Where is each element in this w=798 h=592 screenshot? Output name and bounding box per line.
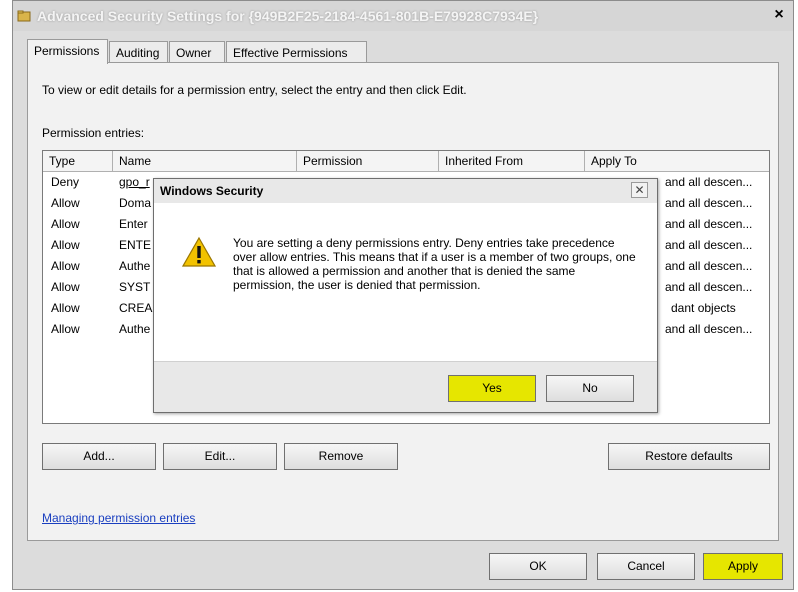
cell-type: Deny xyxy=(51,175,80,189)
window-close-button[interactable]: × xyxy=(771,7,787,23)
window-title: Advanced Security Settings for {949B2F25… xyxy=(37,8,539,24)
cell-name: ENTE xyxy=(119,238,152,252)
cell-name: SYST xyxy=(119,280,151,294)
tab-owner[interactable]: Owner xyxy=(169,41,225,63)
cell-name: Authe xyxy=(119,259,151,273)
dialog-message: You are setting a deny permissions entry… xyxy=(233,236,636,292)
cell-type: Allow xyxy=(51,280,80,294)
cancel-button[interactable]: Cancel xyxy=(597,553,695,580)
restore-defaults-button[interactable]: Restore defaults xyxy=(608,443,770,470)
column-header-name[interactable]: Name xyxy=(113,151,297,171)
permission-entries-label: Permission entries: xyxy=(42,126,145,140)
tab-auditing[interactable]: Auditing xyxy=(109,41,168,63)
cell-apply-to: and all descen... xyxy=(665,196,753,210)
cell-apply-to: and all descen... xyxy=(665,175,753,189)
cell-apply-to: and all descen... xyxy=(665,217,753,231)
column-header-type[interactable]: Type xyxy=(43,151,113,171)
cell-type: Allow xyxy=(51,301,80,315)
tab-effective-permissions[interactable]: Effective Permissions xyxy=(226,41,367,63)
cell-type: Allow xyxy=(51,217,80,231)
column-header-permission[interactable]: Permission xyxy=(297,151,439,171)
dialog-body: You are setting a deny permissions entry… xyxy=(154,203,657,361)
cell-type: Allow xyxy=(51,196,80,210)
cell-type: Allow xyxy=(51,238,80,252)
apply-button[interactable]: Apply xyxy=(703,553,783,580)
cell-name: Doma xyxy=(119,196,152,210)
yes-button[interactable]: Yes xyxy=(448,375,536,402)
cell-apply-to: and all descen... xyxy=(665,238,753,252)
dialog-close-button[interactable]: ✕ xyxy=(631,182,648,198)
cell-type: Allow xyxy=(51,259,80,273)
dialog-title: Windows Security xyxy=(160,184,264,198)
cell-name: Enter xyxy=(119,217,148,231)
edit-button[interactable]: Edit... xyxy=(163,443,277,470)
desktop-edge xyxy=(0,0,12,592)
cell-apply-to: and all descen... xyxy=(665,280,753,294)
column-header-apply-to[interactable]: Apply To xyxy=(585,151,769,171)
cell-name: gpo_r xyxy=(119,175,150,189)
instruction-text: To view or edit details for a permission… xyxy=(42,83,467,97)
add-button[interactable]: Add... xyxy=(42,443,156,470)
cell-apply-to: and all descen... xyxy=(665,259,753,273)
cell-apply-to: dant objects xyxy=(671,301,736,315)
cell-name: CREA xyxy=(119,301,153,315)
windows-security-dialog: Windows Security ✕ You are setting a den… xyxy=(153,178,658,413)
no-button[interactable]: No xyxy=(546,375,634,402)
tab-permissions[interactable]: Permissions xyxy=(27,39,108,64)
remove-button[interactable]: Remove xyxy=(284,443,398,470)
dialog-title-bar[interactable]: Windows Security ✕ xyxy=(154,179,657,203)
dialog-button-area: Yes No xyxy=(154,361,657,412)
title-bar[interactable]: Advanced Security Settings for {949B2F25… xyxy=(13,1,793,31)
column-header-inherited-from[interactable]: Inherited From xyxy=(439,151,585,171)
cell-type: Allow xyxy=(51,322,80,336)
cell-name: Authe xyxy=(119,322,151,336)
cell-apply-to: and all descen... xyxy=(665,322,753,336)
folder-icon xyxy=(17,10,31,22)
managing-permission-entries-link[interactable]: Managing permission entries xyxy=(42,511,195,525)
ok-button[interactable]: OK xyxy=(489,553,587,580)
list-header: Type Name Permission Inherited From Appl… xyxy=(43,151,769,172)
warning-icon xyxy=(182,236,216,267)
